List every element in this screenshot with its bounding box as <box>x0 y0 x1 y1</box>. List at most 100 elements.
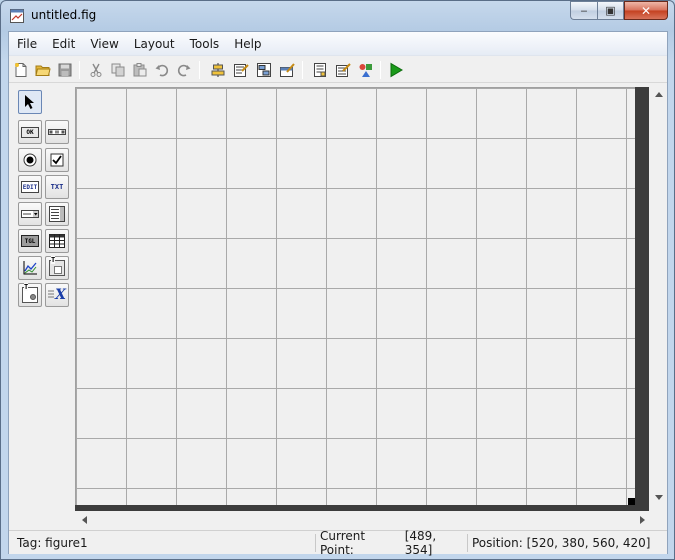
position-text: Position: [520, 380, 560, 420] <box>472 536 651 550</box>
copy-button[interactable] <box>108 60 128 80</box>
button-group-icon: T <box>22 283 38 303</box>
status-tag-text: Tag: figure1 <box>17 536 88 550</box>
component-palette: OK EDIT TXT TGL T T X <box>14 87 70 312</box>
static-text-tool[interactable]: TXT <box>45 175 69 199</box>
check-box-tool[interactable] <box>45 148 69 172</box>
tab-order-editor-button[interactable] <box>254 60 274 80</box>
object-browser-icon <box>359 64 372 77</box>
status-tag: Tag: figure1 <box>13 534 313 552</box>
menu-editor-icon <box>234 64 249 77</box>
guide-layout-editor: File Edit View Layout Tools Help OK EDIT… <box>8 31 668 557</box>
save-button[interactable] <box>55 60 75 80</box>
scroll-left-icon[interactable] <box>81 516 87 524</box>
scroll-up-icon[interactable] <box>655 91 663 97</box>
popup-menu-tool[interactable] <box>18 202 42 226</box>
save-icon <box>58 63 72 77</box>
toggle-button-icon: TGL <box>21 235 39 247</box>
horizontal-scrollbar[interactable] <box>75 511 650 528</box>
figure-resize-handle[interactable] <box>628 498 635 505</box>
radio-button-icon <box>23 153 37 167</box>
figure-right-border <box>635 87 649 505</box>
new-file-button[interactable] <box>11 60 31 80</box>
push-button-tool[interactable]: OK <box>18 120 42 144</box>
title-bar[interactable]: untitled.fig ‒ ▣ ✕ <box>1 1 674 31</box>
table-icon <box>49 234 65 248</box>
push-button-icon-label: OK <box>26 128 34 136</box>
paste-icon <box>133 63 147 77</box>
slider-icon <box>48 129 66 135</box>
activex-control-tool[interactable]: X <box>45 283 69 307</box>
minimize-button[interactable]: ‒ <box>570 1 597 20</box>
cut-icon <box>90 63 102 77</box>
menu-file[interactable]: File <box>11 35 43 53</box>
axes-icon <box>23 261 37 275</box>
push-button-icon: OK <box>21 126 39 138</box>
toolbar-editor-icon <box>280 63 295 77</box>
menu-help[interactable]: Help <box>228 35 267 53</box>
layout-grid-canvas[interactable] <box>75 87 641 505</box>
toolbar-separator <box>199 61 200 79</box>
toolbar-editor-button[interactable] <box>277 60 297 80</box>
caption-buttons: ‒ ▣ ✕ <box>570 1 668 21</box>
table-tool[interactable] <box>45 229 69 253</box>
fig-file-icon <box>10 9 24 23</box>
menu-bar: File Edit View Layout Tools Help <box>9 32 667 56</box>
m-file-editor-icon <box>314 63 326 77</box>
toolbar <box>9 56 667 83</box>
button-group-tool[interactable]: T <box>18 283 42 307</box>
property-inspector-icon <box>336 63 351 77</box>
close-button[interactable]: ✕ <box>624 1 668 20</box>
listbox-icon <box>49 206 65 222</box>
app-window: untitled.fig ‒ ▣ ✕ File Edit View Layout… <box>0 0 675 560</box>
status-current-point: Current Point: [489, 354] <box>315 529 463 557</box>
select-tool[interactable] <box>18 90 42 114</box>
window-title: untitled.fig <box>31 8 97 22</box>
undo-button[interactable] <box>152 60 172 80</box>
toolbar-separator <box>302 61 303 79</box>
open-file-button[interactable] <box>33 60 53 80</box>
menu-tools[interactable]: Tools <box>184 35 226 53</box>
maximize-button[interactable]: ▣ <box>597 1 624 20</box>
activex-icon-label: X <box>55 287 66 303</box>
current-point-label: Current Point: <box>320 529 366 557</box>
radio-button-tool[interactable] <box>18 148 42 172</box>
panel-tool[interactable]: T <box>45 256 69 280</box>
property-inspector-button[interactable] <box>333 60 353 80</box>
activex-icon: X <box>48 288 66 302</box>
run-figure-icon <box>390 62 403 78</box>
paste-button[interactable] <box>130 60 150 80</box>
menu-editor-button[interactable] <box>231 60 251 80</box>
edit-text-icon: EDIT <box>21 181 39 193</box>
menu-edit[interactable]: Edit <box>46 35 81 53</box>
run-figure-button[interactable] <box>386 60 406 80</box>
open-folder-icon <box>35 65 51 76</box>
popup-menu-icon <box>21 210 39 218</box>
status-bar: Tag: figure1 Current Point: [489, 354] P… <box>9 529 667 557</box>
current-point-value: [489, 354] <box>404 529 437 557</box>
minimize-icon: ‒ <box>580 4 588 17</box>
align-objects-button[interactable] <box>208 60 228 80</box>
edit-text-tool[interactable]: EDIT <box>18 175 42 199</box>
menu-view[interactable]: View <box>84 35 124 53</box>
align-objects-icon <box>211 63 225 77</box>
scroll-down-icon[interactable] <box>655 495 663 501</box>
arrow-pointer-icon <box>25 95 34 109</box>
static-text-icon: TXT <box>48 181 66 193</box>
redo-button[interactable] <box>174 60 194 80</box>
cut-button[interactable] <box>86 60 106 80</box>
maximize-icon: ▣ <box>605 4 616 17</box>
scroll-right-icon[interactable] <box>640 516 646 524</box>
toolbar-separator <box>380 61 381 79</box>
new-file-icon <box>15 63 27 77</box>
m-file-editor-button[interactable] <box>310 60 330 80</box>
menu-layout[interactable]: Layout <box>128 35 181 53</box>
redo-icon <box>177 64 191 77</box>
static-text-icon-label: TXT <box>50 183 64 191</box>
slider-tool[interactable] <box>45 120 69 144</box>
copy-icon <box>111 63 125 77</box>
object-browser-button[interactable] <box>356 60 376 80</box>
listbox-tool[interactable] <box>45 202 69 226</box>
axes-tool[interactable] <box>18 256 42 280</box>
toggle-button-tool[interactable]: TGL <box>18 229 42 253</box>
vertical-scrollbar[interactable] <box>650 87 667 505</box>
